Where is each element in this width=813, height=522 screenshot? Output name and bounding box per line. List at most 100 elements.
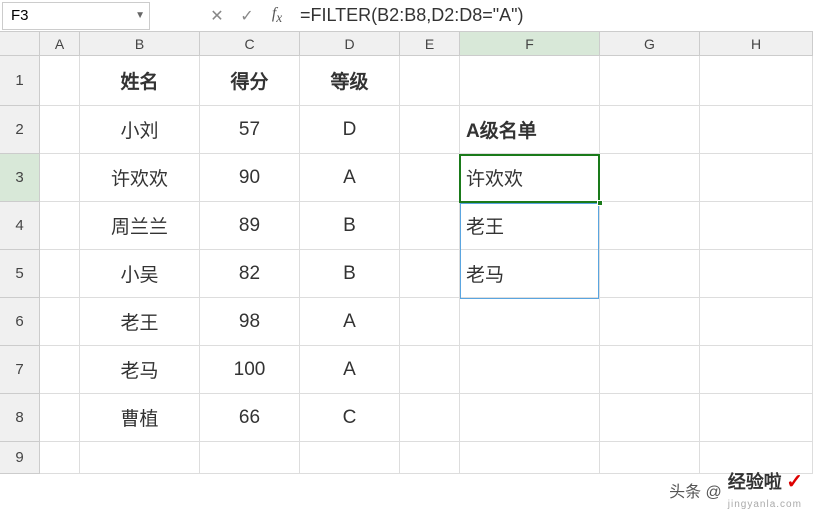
col-header-E[interactable]: E	[400, 32, 460, 56]
watermark-source: 头条 @	[669, 478, 722, 502]
watermark: 头条 @ 经验啦 ✓ jingyanla.com	[669, 468, 803, 512]
cell-H1[interactable]	[700, 56, 813, 106]
cell-F2[interactable]: A级名单	[460, 106, 600, 154]
cell-F5[interactable]: 老马	[460, 250, 600, 298]
cell-B1[interactable]: 姓名	[80, 56, 200, 106]
row-header-5[interactable]: 5	[0, 250, 40, 298]
col-header-C[interactable]: C	[200, 32, 300, 56]
cell-A9[interactable]	[40, 442, 80, 474]
col-header-F[interactable]: F	[460, 32, 600, 56]
col-header-G[interactable]: G	[600, 32, 700, 56]
cell-H6[interactable]	[700, 298, 813, 346]
cell-A5[interactable]	[40, 250, 80, 298]
cell-E9[interactable]	[400, 442, 460, 474]
cell-A8[interactable]	[40, 394, 80, 442]
cell-E2[interactable]	[400, 106, 460, 154]
cell-D3[interactable]: A	[300, 154, 400, 202]
row-header-4[interactable]: 4	[0, 202, 40, 250]
cell-A4[interactable]	[40, 202, 80, 250]
cell-F1[interactable]	[460, 56, 600, 106]
fx-icon[interactable]: fx	[262, 5, 292, 26]
cell-H2[interactable]	[700, 106, 813, 154]
cell-B4[interactable]: 周兰兰	[80, 202, 200, 250]
cell-E7[interactable]	[400, 346, 460, 394]
cell-C8[interactable]: 66	[200, 394, 300, 442]
row-header-1[interactable]: 1	[0, 56, 40, 106]
cell-G8[interactable]	[600, 394, 700, 442]
cell-D6[interactable]: A	[300, 298, 400, 346]
cell-E1[interactable]	[400, 56, 460, 106]
cell-D8[interactable]: C	[300, 394, 400, 442]
cell-E3[interactable]	[400, 154, 460, 202]
cancel-button[interactable]: ✕	[202, 2, 232, 30]
name-box-value: F3	[11, 7, 29, 24]
cell-G6[interactable]	[600, 298, 700, 346]
cell-C2[interactable]: 57	[200, 106, 300, 154]
cell-C3[interactable]: 90	[200, 154, 300, 202]
name-box-dropdown-icon[interactable]: ▼	[135, 10, 145, 21]
cell-H5[interactable]	[700, 250, 813, 298]
cell-H4[interactable]	[700, 202, 813, 250]
cell-D2[interactable]: D	[300, 106, 400, 154]
cell-F9[interactable]	[460, 442, 600, 474]
cell-B7[interactable]: 老马	[80, 346, 200, 394]
cell-D5[interactable]: B	[300, 250, 400, 298]
col-header-D[interactable]: D	[300, 32, 400, 56]
cell-E4[interactable]	[400, 202, 460, 250]
cell-C5[interactable]: 82	[200, 250, 300, 298]
cell-B6[interactable]: 老王	[80, 298, 200, 346]
cell-G4[interactable]	[600, 202, 700, 250]
cell-A6[interactable]	[40, 298, 80, 346]
cell-E5[interactable]	[400, 250, 460, 298]
cell-H3[interactable]	[700, 154, 813, 202]
cell-A3[interactable]	[40, 154, 80, 202]
cell-F4[interactable]: 老王	[460, 202, 600, 250]
formula-input[interactable]: =FILTER(B2:B8,D2:D8="A")	[292, 2, 813, 30]
cell-B9[interactable]	[80, 442, 200, 474]
cell-G5[interactable]	[600, 250, 700, 298]
cell-F8[interactable]	[460, 394, 600, 442]
row-header-6[interactable]: 6	[0, 298, 40, 346]
cell-H8[interactable]	[700, 394, 813, 442]
cell-D7[interactable]: A	[300, 346, 400, 394]
row-header-7[interactable]: 7	[0, 346, 40, 394]
cell-G2[interactable]	[600, 106, 700, 154]
col-header-H[interactable]: H	[700, 32, 813, 56]
cell-B2[interactable]: 小刘	[80, 106, 200, 154]
cell-F6[interactable]	[460, 298, 600, 346]
row-header-8[interactable]: 8	[0, 394, 40, 442]
cell-C7[interactable]: 100	[200, 346, 300, 394]
cell-H7[interactable]	[700, 346, 813, 394]
cell-C9[interactable]	[200, 442, 300, 474]
cell-G7[interactable]	[600, 346, 700, 394]
col-header-B[interactable]: B	[80, 32, 200, 56]
name-box[interactable]: F3 ▼	[2, 2, 150, 30]
cell-B3[interactable]: 许欢欢	[80, 154, 200, 202]
cell-F7[interactable]	[460, 346, 600, 394]
cell-D4[interactable]: B	[300, 202, 400, 250]
cell-A1[interactable]	[40, 56, 80, 106]
cell-G1[interactable]	[600, 56, 700, 106]
cell-E8[interactable]	[400, 394, 460, 442]
cell-C6[interactable]: 98	[200, 298, 300, 346]
cell-C4[interactable]: 89	[200, 202, 300, 250]
cell-C1[interactable]: 得分	[200, 56, 300, 106]
row-header-9[interactable]: 9	[0, 442, 40, 474]
cell-B5[interactable]: 小吴	[80, 250, 200, 298]
cell-D9[interactable]	[300, 442, 400, 474]
cell-E6[interactable]	[400, 298, 460, 346]
spreadsheet-grid[interactable]: A B C D E F G H 1 姓名 得分 等级 2 小刘 57 D A级名…	[0, 32, 813, 474]
cell-F3[interactable]: 许欢欢	[460, 154, 600, 202]
confirm-button[interactable]: ✓	[232, 2, 262, 30]
cell-G3[interactable]	[600, 154, 700, 202]
cell-D1[interactable]: 等级	[300, 56, 400, 106]
select-all-corner[interactable]	[0, 32, 40, 56]
col-header-A[interactable]: A	[40, 32, 80, 56]
row-header-2[interactable]: 2	[0, 106, 40, 154]
cell-A7[interactable]	[40, 346, 80, 394]
cell-B8[interactable]: 曹植	[80, 394, 200, 442]
row-header-3[interactable]: 3	[0, 154, 40, 202]
fill-handle[interactable]	[597, 200, 603, 206]
watermark-main: 经验啦	[728, 472, 782, 492]
cell-A2[interactable]	[40, 106, 80, 154]
